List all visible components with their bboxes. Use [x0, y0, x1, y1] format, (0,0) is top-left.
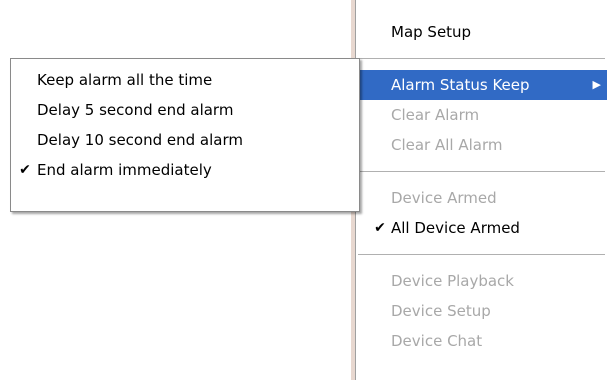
- menu-item-label: Alarm Status Keep: [391, 76, 530, 94]
- menu-item-label: Delay 5 second end alarm: [37, 101, 234, 119]
- menu-item-label: All Device Armed: [391, 219, 520, 237]
- submenu-arrow-icon: ▶: [592, 78, 601, 91]
- submenu-item-end-immediately[interactable]: ✔ End alarm immediately: [11, 155, 359, 185]
- menu-separator: [358, 171, 605, 172]
- menu-item-label: Device Armed: [391, 189, 497, 207]
- menu-item-clear-all-alarm[interactable]: Clear All Alarm: [356, 130, 607, 160]
- menu-separator: [358, 58, 605, 59]
- menu-item-label: Device Setup: [391, 302, 491, 320]
- menu-item-label: Device Playback: [391, 272, 514, 290]
- menu-item-device-playback[interactable]: Device Playback: [356, 266, 607, 296]
- menu-item-device-armed[interactable]: Device Armed: [356, 183, 607, 213]
- menu-top-padding: [356, 0, 607, 17]
- menu-item-alarm-status-keep[interactable]: Alarm Status Keep ▶: [356, 70, 607, 100]
- menu-item-label: Device Chat: [391, 332, 483, 350]
- submenu-item-keep-alarm[interactable]: Keep alarm all the time: [11, 65, 359, 95]
- menu-item-device-setup[interactable]: Device Setup: [356, 296, 607, 326]
- alarm-status-submenu: Keep alarm all the time Delay 5 second e…: [10, 58, 360, 212]
- submenu-item-delay-10[interactable]: Delay 10 second end alarm: [11, 125, 359, 155]
- menu-item-label: Delay 10 second end alarm: [37, 131, 243, 149]
- menu-item-device-chat[interactable]: Device Chat: [356, 326, 607, 356]
- menu-item-label: Clear Alarm: [391, 106, 480, 124]
- submenu-item-delay-5[interactable]: Delay 5 second end alarm: [11, 95, 359, 125]
- check-mark-icon: ✔: [19, 162, 31, 178]
- menu-item-label: Map Setup: [391, 23, 472, 41]
- menu-separator: [358, 254, 605, 255]
- menu-item-clear-alarm[interactable]: Clear Alarm: [356, 100, 607, 130]
- context-menu: Map Setup Alarm Status Keep ▶ Clear Alar…: [355, 0, 607, 380]
- menu-item-map-setup[interactable]: Map Setup: [356, 17, 607, 47]
- menu-item-all-device-armed[interactable]: ✔ All Device Armed: [356, 213, 607, 243]
- menu-item-label: End alarm immediately: [37, 161, 212, 179]
- menu-item-label: Clear All Alarm: [391, 136, 503, 154]
- check-mark-icon: ✔: [374, 220, 386, 236]
- menu-item-label: Keep alarm all the time: [37, 71, 213, 89]
